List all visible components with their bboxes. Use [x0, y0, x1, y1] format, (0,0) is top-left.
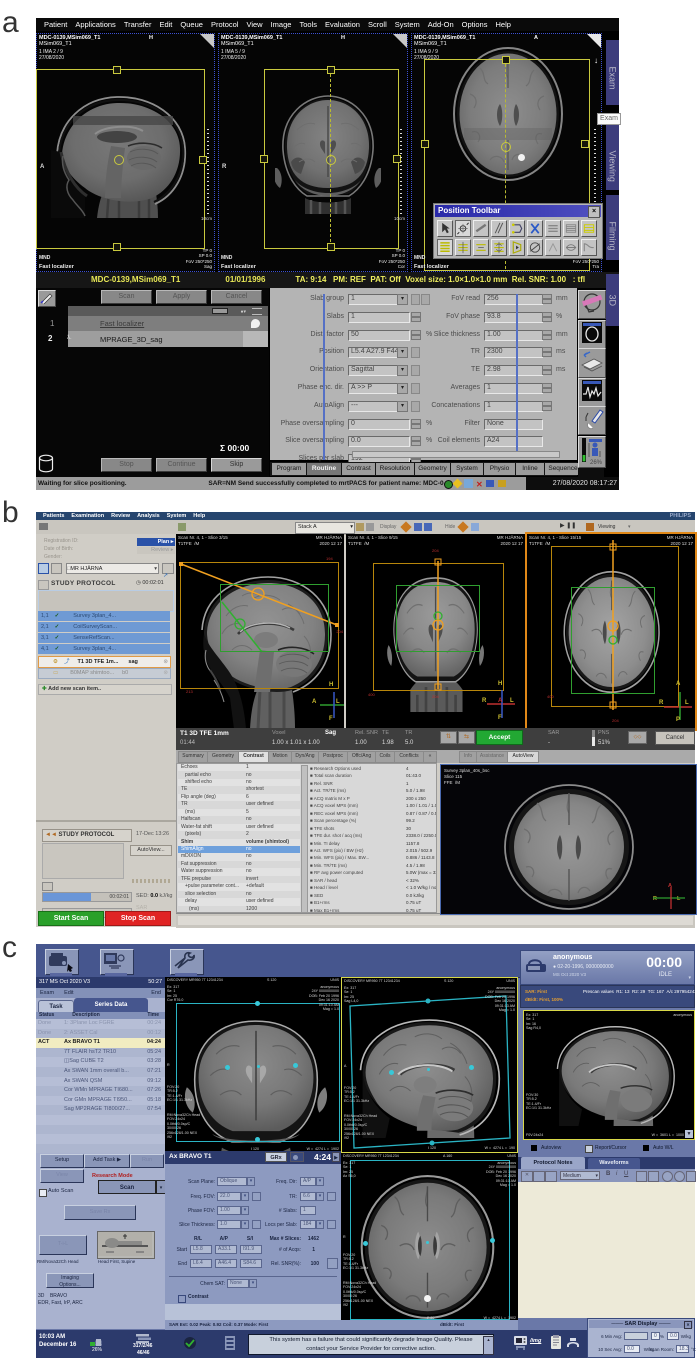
svg-text:26%: 26%	[590, 460, 603, 465]
